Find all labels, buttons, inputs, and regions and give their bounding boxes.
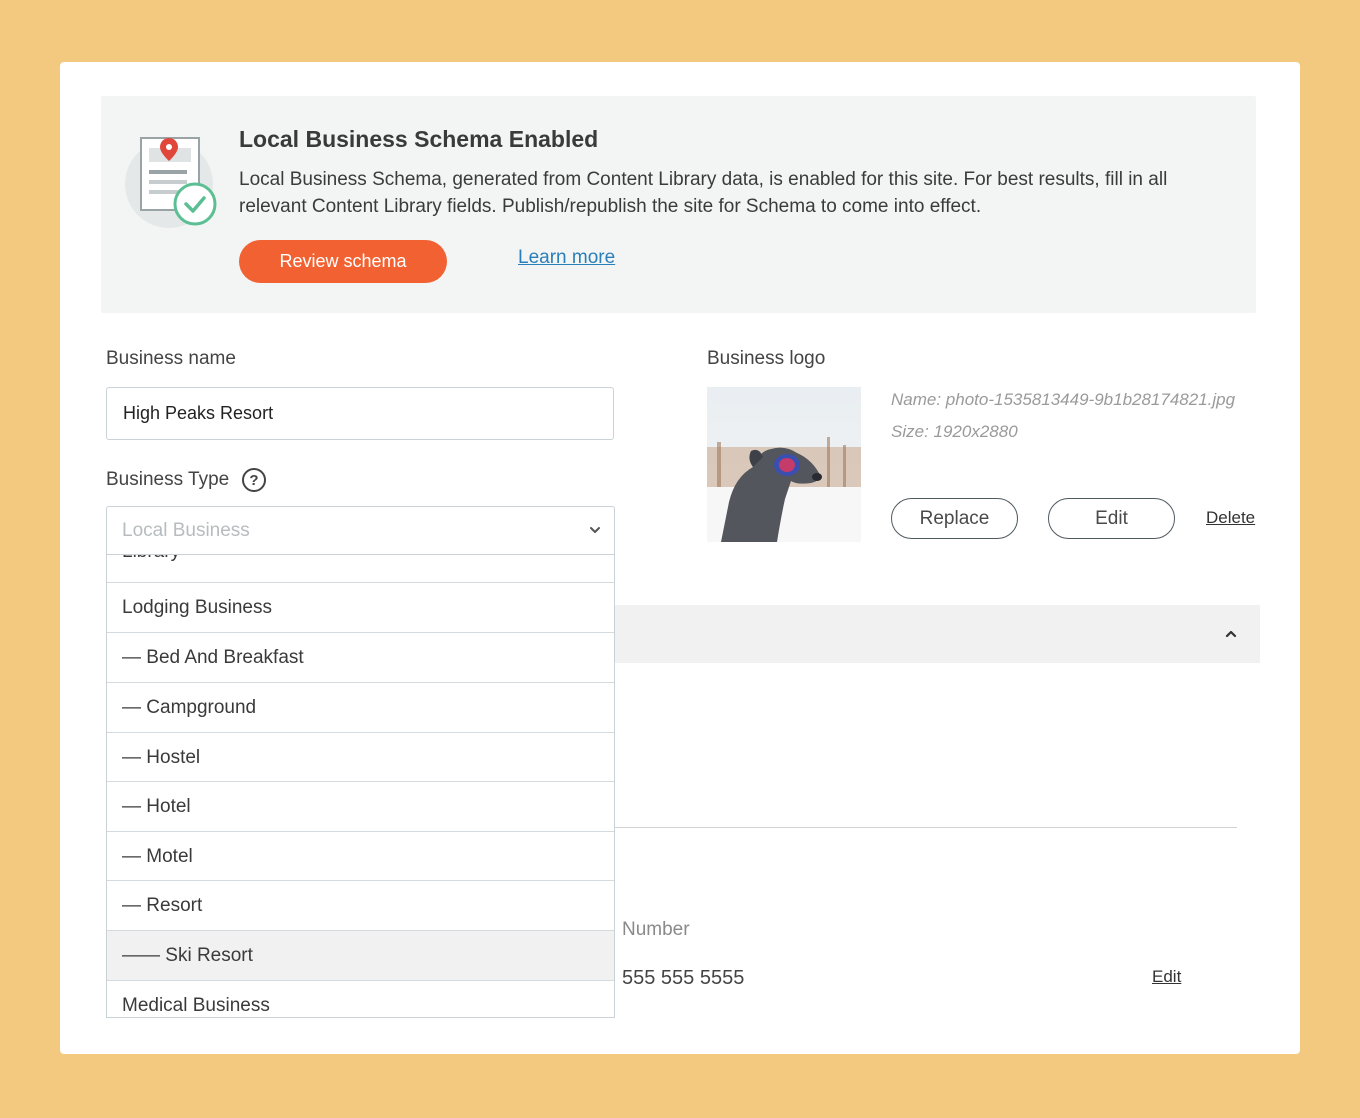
dropdown-option[interactable]: — Resort (107, 880, 614, 930)
chevron-down-icon (590, 527, 600, 533)
learn-more-link[interactable]: Learn more (518, 247, 615, 269)
delete-logo-link[interactable]: Delete (1206, 508, 1255, 528)
dropdown-option-selected[interactable]: —— Ski Resort (107, 930, 614, 980)
phone-number-label: Number (622, 919, 690, 940)
schema-document-check-icon (125, 137, 217, 228)
business-name-label: Business name (106, 348, 236, 369)
logo-file-size: Size: 1920x2880 (891, 422, 1018, 441)
business-name-input[interactable] (106, 387, 614, 440)
collapsible-section-header[interactable] (614, 605, 1260, 663)
business-type-dropdown[interactable]: Library Lodging Business — Bed And Break… (106, 554, 615, 1018)
dropdown-option[interactable]: — Campground (107, 682, 614, 732)
dropdown-option[interactable]: Medical Business (107, 980, 614, 1017)
edit-logo-button[interactable]: Edit (1048, 498, 1175, 539)
dog-photo-image (707, 387, 861, 542)
content-library-panel: Local Business Schema Enabled Local Busi… (60, 62, 1300, 1054)
dropdown-option[interactable]: Lodging Business (107, 582, 614, 632)
business-type-placeholder: Local Business (122, 520, 250, 541)
logo-file-name: Name: photo-1535813449-9b1b28174821.jpg (891, 390, 1236, 409)
dropdown-option[interactable]: — Motel (107, 831, 614, 881)
section-divider (614, 827, 1237, 828)
dropdown-option[interactable]: — Hotel (107, 781, 614, 831)
business-type-select[interactable]: Local Business (106, 506, 615, 554)
banner-description: Local Business Schema, generated from Co… (239, 169, 1168, 217)
dropdown-option[interactable]: Library (107, 555, 614, 577)
banner-title: Local Business Schema Enabled (239, 126, 599, 152)
replace-logo-button[interactable]: Replace (891, 498, 1018, 539)
dropdown-option[interactable]: — Bed And Breakfast (107, 632, 614, 682)
phone-number-value: 555 555 5555 (622, 967, 745, 989)
logo-thumbnail[interactable] (707, 387, 861, 542)
review-schema-button[interactable]: Review schema (239, 240, 447, 283)
dropdown-option[interactable]: — Hostel (107, 732, 614, 782)
help-icon[interactable]: ? (242, 468, 266, 492)
schema-banner: Local Business Schema Enabled Local Busi… (101, 96, 1256, 313)
business-type-label: Business Type (106, 469, 230, 490)
edit-phone-link[interactable]: Edit (1152, 967, 1181, 987)
business-logo-label: Business logo (707, 348, 826, 369)
chevron-up-icon (1225, 630, 1237, 638)
